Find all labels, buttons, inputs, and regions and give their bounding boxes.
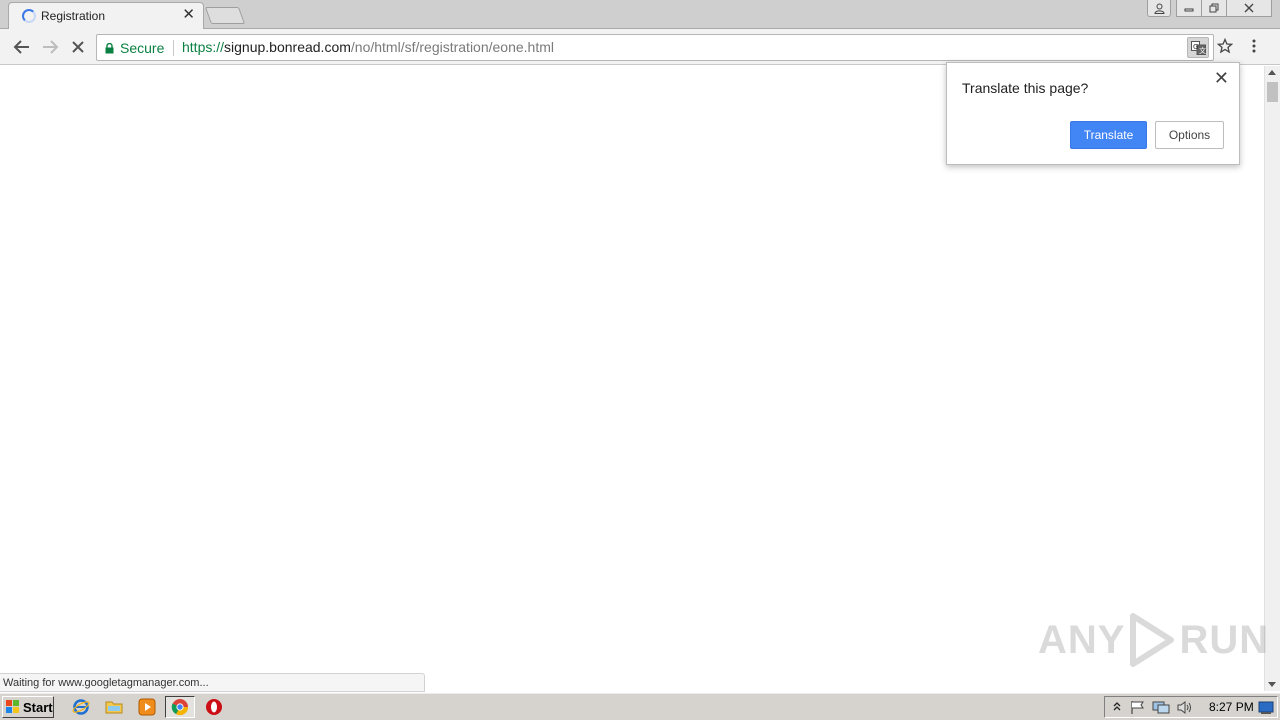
profile-button[interactable] (1147, 0, 1171, 17)
translate-bubble: Translate this page? ✕ Translate Options (946, 62, 1240, 165)
secure-label: Secure (120, 40, 165, 56)
svg-text:文: 文 (1199, 46, 1206, 55)
translate-page-button[interactable]: G文 (1187, 37, 1209, 58)
watermark-left: ANY (1038, 617, 1126, 662)
translate-icon: G文 (1190, 40, 1206, 55)
close-icon (1244, 3, 1254, 13)
arrow-left-icon (13, 40, 29, 54)
loading-spinner-icon (22, 9, 36, 23)
options-button[interactable]: Options (1155, 121, 1224, 149)
scroll-down-arrow-icon[interactable] (1268, 682, 1276, 687)
watermark-right: RUN (1179, 617, 1270, 662)
show-hidden-icons-icon[interactable] (1112, 700, 1122, 714)
minimize-button[interactable] (1176, 0, 1202, 17)
translate-bubble-title: Translate this page? (962, 80, 1089, 96)
restore-button[interactable] (1201, 0, 1227, 17)
tab-strip: Registration ✕ (0, 0, 1280, 29)
play-logo-icon (1130, 613, 1175, 667)
start-label: Start (23, 699, 53, 715)
url-host: signup.bonread.com (224, 39, 351, 55)
taskbar-chrome-active[interactable] (165, 696, 195, 718)
new-tab-button[interactable] (204, 7, 246, 24)
network-icon[interactable] (1152, 700, 1170, 715)
windows-flag-icon (6, 700, 19, 713)
close-window-button[interactable] (1226, 0, 1272, 17)
svg-text:G: G (1193, 43, 1198, 51)
show-desktop-icon[interactable] (1258, 700, 1274, 715)
taskbar: Start 8:27 PM (0, 692, 1280, 720)
browser-menu-button[interactable] (1251, 38, 1257, 59)
status-bubble: Waiting for www.googletagmanager.com... (0, 673, 425, 692)
translate-bubble-close-icon[interactable]: ✕ (1214, 69, 1229, 87)
translate-button[interactable]: Translate (1070, 121, 1147, 149)
anyrun-watermark: ANY RUN (1038, 612, 1269, 668)
scroll-thumb[interactable] (1267, 82, 1278, 102)
person-icon (1153, 3, 1165, 14)
system-tray: 8:27 PM (1104, 696, 1278, 718)
internet-explorer-icon[interactable] (72, 698, 90, 716)
secure-indicator[interactable]: Secure (105, 40, 164, 56)
file-explorer-icon[interactable] (105, 698, 123, 716)
stop-x-icon (72, 41, 84, 53)
screen: Registration ✕ Secure https://signup.bon… (0, 0, 1280, 720)
volume-icon[interactable] (1176, 700, 1192, 715)
arrow-right-icon (43, 40, 59, 54)
start-button[interactable]: Start (2, 696, 54, 718)
restore-icon (1209, 3, 1219, 13)
opera-icon[interactable] (205, 698, 223, 716)
address-separator (173, 40, 174, 56)
media-player-icon[interactable] (138, 698, 156, 716)
url-scheme: https:// (182, 39, 225, 55)
vertical-scrollbar[interactable] (1264, 66, 1280, 691)
lock-icon (105, 42, 114, 53)
forward-button[interactable] (40, 37, 60, 57)
minimize-icon (1184, 8, 1194, 12)
tab-close-icon[interactable]: ✕ (182, 7, 195, 23)
browser-toolbar: Secure https://signup.bonread.com/no/htm… (0, 29, 1280, 65)
url-path: /no/html/sf/registration/eone.html (350, 39, 555, 55)
action-center-flag-icon[interactable] (1130, 700, 1146, 715)
tab-registration[interactable]: Registration ✕ (8, 2, 204, 29)
scroll-up-arrow-icon[interactable] (1268, 70, 1276, 75)
window-controls (1147, 0, 1272, 18)
url-text[interactable]: https://signup.bonread.com/no/html/sf/re… (182, 39, 554, 55)
bookmark-button[interactable] (1216, 37, 1234, 59)
kebab-menu-icon (1252, 39, 1256, 53)
tab-title: Registration (41, 9, 106, 23)
chrome-icon (171, 699, 189, 716)
stop-button[interactable] (68, 37, 88, 57)
star-icon (1216, 37, 1234, 54)
taskbar-clock[interactable]: 8:27 PM (1209, 700, 1254, 714)
back-button[interactable] (12, 37, 32, 57)
address-bar[interactable]: Secure https://signup.bonread.com/no/htm… (96, 34, 1214, 61)
